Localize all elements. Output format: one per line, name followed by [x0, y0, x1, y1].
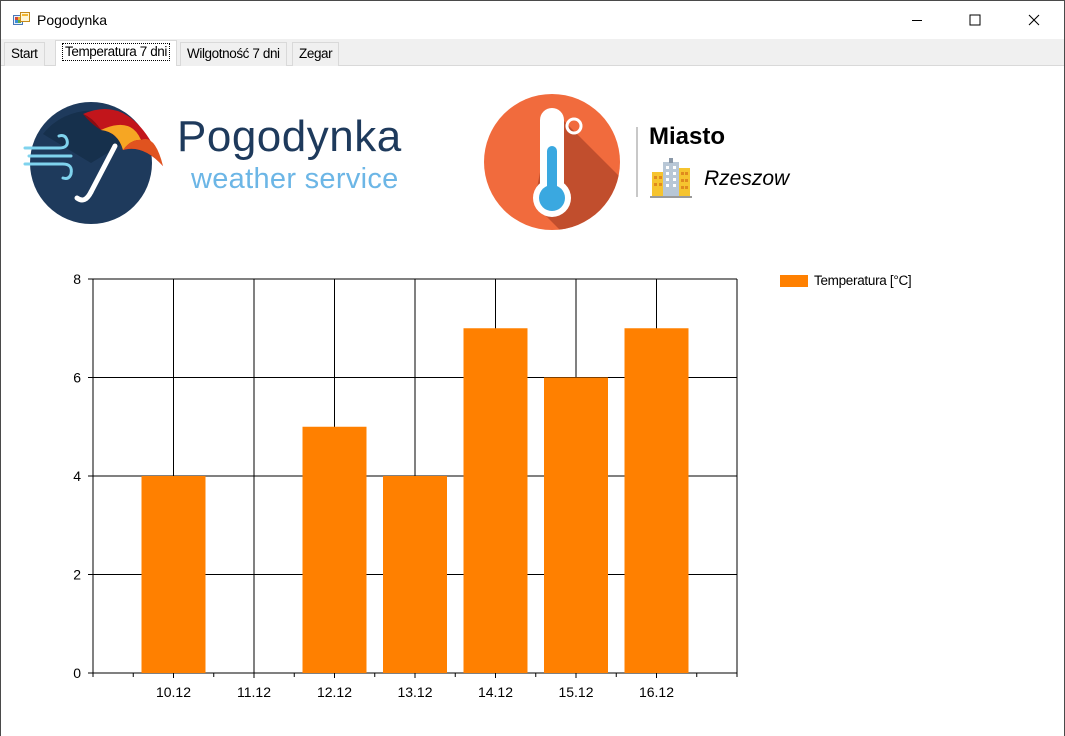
close-icon: [1028, 14, 1040, 26]
x-tick-label: 14.12: [478, 684, 513, 700]
maximize-icon: [969, 14, 981, 26]
tab-wilgotnosc[interactable]: Wilgotność 7 dni: [180, 42, 287, 66]
tab-strip: Start Temperatura 7 dni Wilgotność 7 dni…: [1, 39, 1064, 66]
city-name: Rzeszow: [704, 167, 790, 190]
tab-label: Temperatura 7 dni: [62, 43, 171, 61]
tab-label: Start: [11, 46, 38, 61]
bar-10.12: [141, 476, 206, 673]
maximize-button[interactable]: [946, 1, 1004, 39]
umbrella-logo-icon: [23, 102, 163, 224]
building-icon: [650, 158, 692, 198]
minimize-icon: [912, 20, 922, 21]
x-tick-label: 15.12: [558, 684, 593, 700]
tab-start[interactable]: Start: [4, 42, 45, 66]
y-tick-label: 4: [73, 468, 81, 484]
bar-14.12: [463, 328, 528, 673]
logo-title: Pogodynka: [177, 112, 402, 161]
close-button[interactable]: [1005, 1, 1063, 39]
x-tick-label: 12.12: [317, 684, 352, 700]
app-icon: [13, 12, 30, 25]
bar-16.12: [624, 328, 689, 673]
app-window: Pogodynka Start Temperatura 7 dni Wilgot…: [0, 0, 1065, 736]
legend-label: Temperatura [°C]: [814, 273, 912, 288]
temperature-bar-chart: 0 2 4 6 8 10.12 11.12 12.12 13.12 14.12 15.12 16.12: [73, 271, 738, 700]
y-tick-label: 0: [73, 665, 81, 681]
x-tick-label: 13.12: [397, 684, 432, 700]
logo-subtitle: weather service: [191, 163, 399, 195]
tab-label: Zegar: [299, 46, 333, 61]
header-divider: [636, 127, 638, 197]
city-label: Miasto: [649, 123, 726, 150]
bar-12.12: [302, 426, 367, 673]
window-title: Pogodynka: [37, 12, 108, 28]
x-tick-label: 10.12: [156, 684, 191, 700]
x-tick-label: 16.12: [639, 684, 674, 700]
y-tick-label: 8: [73, 271, 81, 287]
legend-swatch: [780, 274, 808, 287]
thermometer-icon: [484, 94, 620, 230]
tab-zegar[interactable]: Zegar: [292, 42, 340, 66]
minimize-button[interactable]: [888, 1, 946, 39]
y-tick-label: 6: [73, 370, 81, 386]
tab-label: Wilgotność 7 dni: [187, 46, 280, 61]
bar-13.12: [383, 476, 447, 673]
bar-15.12: [544, 377, 608, 673]
y-tick-label: 2: [73, 567, 81, 583]
x-tick-label: 11.12: [237, 684, 271, 700]
title-bar[interactable]: Pogodynka: [1, 1, 1064, 39]
chart-legend: Temperatura [°C]: [780, 273, 912, 288]
tab-temperatura[interactable]: Temperatura 7 dni: [55, 40, 178, 66]
